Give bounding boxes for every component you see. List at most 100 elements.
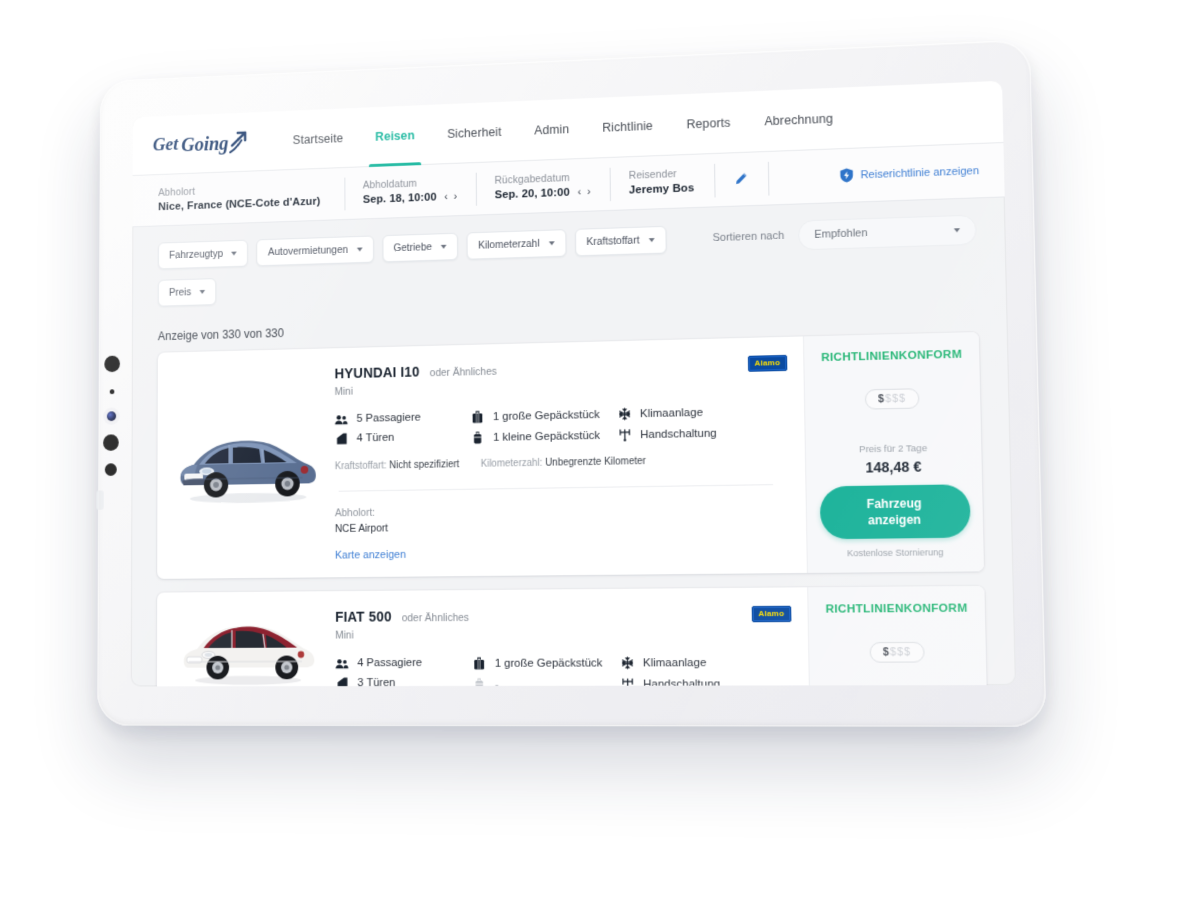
spec-large-bags: 1 große Gepäckstück xyxy=(471,408,618,424)
spec-small-bags-label: 1 kleine Gepäckstück xyxy=(493,429,601,444)
filter-fahrzeugtyp[interactable]: Fahrzeugtyp xyxy=(157,239,249,270)
pickup-date-stepper[interactable]: ‹ › xyxy=(444,191,457,203)
car-class: Mini xyxy=(335,629,354,642)
passengers-icon xyxy=(335,414,348,425)
spec-column-capacity: 4 Passagiere 3 Türen xyxy=(335,657,472,687)
large-suitcase-icon xyxy=(471,410,485,423)
chevron-down-icon xyxy=(356,247,363,252)
spec-aircon-label: Klimaanlage xyxy=(642,656,707,669)
tablet-screen: Get Going Startseite Reisen Sicherheit A… xyxy=(130,80,1016,687)
price-tier-indicator: $$$$ xyxy=(869,641,925,663)
traveler-label: Reisender xyxy=(628,168,677,182)
spec-column-comfort: Klimaanlage Handschaltung xyxy=(617,406,717,442)
spec-large-bags-label: 1 große Gepäckstück xyxy=(492,408,600,423)
car-specs: 4 Passagiere 3 Türen 1 große Gepäckstück… xyxy=(335,656,792,687)
filter-autovermietungen[interactable]: Autovermietungen xyxy=(256,235,374,267)
results-list: HYUNDAI I10 oder Ähnliches Mini Alamo 5 … xyxy=(131,331,1016,687)
spec-transmission: Handschaltung xyxy=(617,427,717,442)
shield-bolt-icon xyxy=(839,168,853,183)
view-vehicle-button[interactable]: Fahrzeug anzeigen xyxy=(819,484,971,540)
car-card-price-panel: RICHTLINIENKONFORM $$$$ Preis für 2 Tage… xyxy=(802,331,985,574)
filter-autovermietungen-label: Autovermietungen xyxy=(267,244,349,259)
view-vehicle-button-line1: Fahrzeug xyxy=(866,495,922,512)
edit-search-button[interactable] xyxy=(732,161,770,197)
show-map-link[interactable]: Karte anzeigen xyxy=(335,545,790,562)
car-title-block: FIAT 500 oder Ähnliches Mini xyxy=(335,608,469,642)
vendor-badge-alamo: Alamo xyxy=(751,605,792,623)
return-date-next-icon[interactable]: › xyxy=(587,186,591,198)
filter-kilometerzahl[interactable]: Kilometerzahl xyxy=(466,229,567,260)
car-card-main: FIAT 500 oder Ähnliches Mini Alamo 4 Pas… xyxy=(157,587,809,687)
doors-icon xyxy=(335,433,348,445)
car-result-card[interactable]: FIAT 500 oder Ähnliches Mini Alamo 4 Pas… xyxy=(156,585,988,687)
price-tier-empty: $$$ xyxy=(884,392,907,406)
nav-item-reports[interactable]: Reports xyxy=(669,91,748,155)
spec-column-comfort: Klimaanlage Handschaltung xyxy=(620,656,721,687)
filter-kraftstoffart[interactable]: Kraftstoffart xyxy=(574,225,667,257)
chevron-down-icon xyxy=(440,244,447,249)
fuel-type-attribute: Kraftstoffart: Nicht spezifiziert xyxy=(335,458,471,475)
getgoing-logo[interactable]: Get Going xyxy=(153,125,249,161)
pickup-date-value: Sep. 18, 10:00 ‹ › xyxy=(363,191,457,206)
policy-compliant-badge: RICHTLINIENKONFORM xyxy=(821,348,963,365)
price-duration-label: Preis für 2 Tage xyxy=(859,443,928,456)
card-divider xyxy=(338,483,774,492)
nav-item-startseite[interactable]: Startseite xyxy=(277,107,360,170)
vendor-badge-alamo: Alamo xyxy=(747,354,788,372)
price-tier-empty: $$$ xyxy=(889,646,912,659)
return-date-text: Sep. 20, 10:00 xyxy=(494,186,570,202)
car-extra-attributes: Kraftstoffart: Nicht spezifiziert Kilome… xyxy=(335,453,789,475)
car-card-price-panel: RICHTLINIENKONFORM $$$$ xyxy=(807,585,988,687)
pickup-date-next-icon[interactable]: › xyxy=(453,191,457,203)
view-vehicle-button-line2: anzeigen xyxy=(867,512,922,528)
return-date-stepper[interactable]: ‹ › xyxy=(577,186,590,198)
filter-fahrzeugtyp-label: Fahrzeugtyp xyxy=(169,248,224,262)
spec-large-bags: 1 große Gepäckstück xyxy=(472,656,620,670)
filter-preis[interactable]: Preis xyxy=(157,278,217,307)
sort-select[interactable]: Empfohlen xyxy=(797,214,977,251)
car-alt-text: oder Ähnliches xyxy=(401,611,470,625)
spec-transmission-label: Handschaltung xyxy=(643,677,721,687)
traveler-field[interactable]: Reisender Jeremy Bos xyxy=(628,163,716,200)
chevron-down-icon xyxy=(199,289,206,294)
fuel-type-label: Kraftstoffart: xyxy=(334,460,387,473)
return-date-prev-icon[interactable]: ‹ xyxy=(577,186,581,198)
spec-doors: 4 Türen xyxy=(335,430,471,444)
sort-select-value: Empfohlen xyxy=(814,227,868,241)
spec-small-bags-label: - xyxy=(494,678,499,687)
filter-kilometerzahl-label: Kilometerzahl xyxy=(478,237,540,252)
travel-policy-link[interactable]: Reiserichtlinie anzeigen xyxy=(839,163,979,183)
spec-passengers: 4 Passagiere xyxy=(335,657,472,669)
spec-column-capacity: 5 Passagiere 4 Türen xyxy=(335,411,471,447)
spec-aircon: Klimaanlage xyxy=(620,656,720,669)
pickup-date-text: Sep. 18, 10:00 xyxy=(362,191,437,206)
pickup-location-field[interactable]: Abholort Nice, France (NCE-Cote d'Azur) xyxy=(158,177,346,217)
nav-item-abrechnung[interactable]: Abrechnung xyxy=(747,87,851,153)
spec-passengers-label: 5 Passagiere xyxy=(356,411,421,425)
sort-control: Sortieren nach Empfohlen xyxy=(712,214,977,253)
spec-passengers-label: 4 Passagiere xyxy=(357,657,423,670)
price-amount: 148,48 € xyxy=(865,458,922,476)
car-title-row: FIAT 500 oder Ähnliches Mini Alamo xyxy=(335,605,792,642)
spec-aircon-label: Klimaanlage xyxy=(639,406,703,420)
spec-aircon: Klimaanlage xyxy=(617,406,716,421)
pickup-date-prev-icon[interactable]: ‹ xyxy=(444,191,448,203)
nav-item-admin[interactable]: Admin xyxy=(518,98,586,161)
mileage-value: Unbegrenzte Kilometer xyxy=(545,456,646,469)
spec-doors-label: 3 Türen xyxy=(357,677,396,687)
chevron-down-icon xyxy=(648,238,655,243)
screenshot-root: Get Going Startseite Reisen Sicherheit A… xyxy=(0,0,1200,897)
pickup-date-field[interactable]: Abholdatum Sep. 18, 10:00 ‹ › xyxy=(362,172,478,210)
car-card-info: FIAT 500 oder Ähnliches Mini Alamo 4 Pas… xyxy=(331,602,809,687)
pickup-location-value: Nice, France (NCE-Cote d'Azur) xyxy=(158,195,321,214)
car-name: HYUNDAI I10 xyxy=(334,363,420,382)
car-result-card[interactable]: HYUNDAI I10 oder Ähnliches Mini Alamo 5 … xyxy=(157,331,985,579)
spec-small-bags: - xyxy=(472,678,620,687)
filter-getriebe[interactable]: Getriebe xyxy=(382,232,458,263)
bezel-dot-4 xyxy=(104,463,117,476)
nav-item-sicherheit[interactable]: Sicherheit xyxy=(431,101,518,165)
return-date-field[interactable]: Rückgabedatum Sep. 20, 10:00 ‹ › xyxy=(494,167,612,205)
nav-item-reisen[interactable]: Reisen xyxy=(359,104,431,167)
nav-item-richtlinie[interactable]: Richtlinie xyxy=(585,94,670,158)
small-suitcase-icon xyxy=(471,431,485,444)
